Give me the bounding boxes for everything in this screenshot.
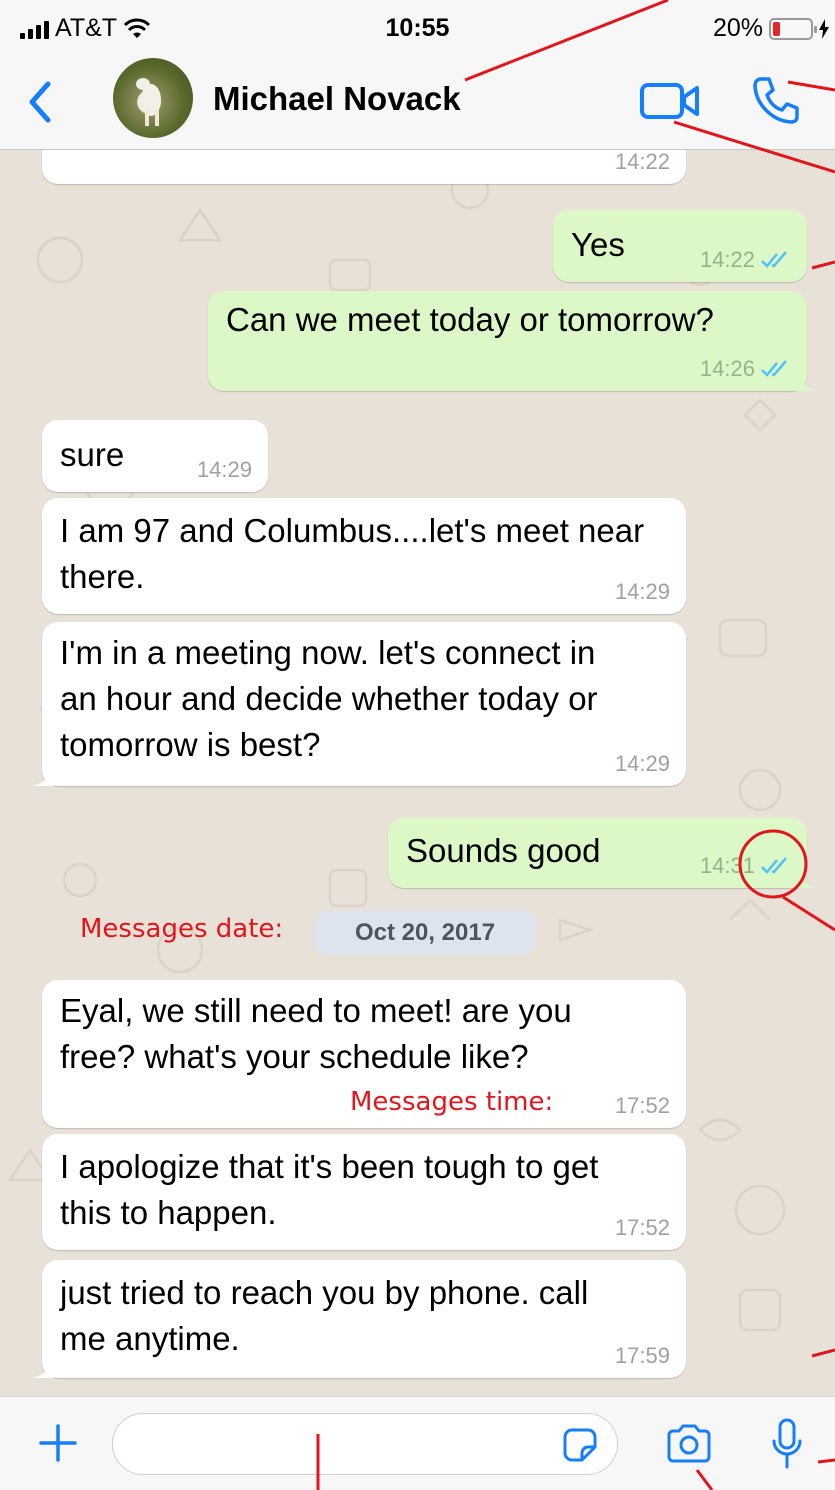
clock: 10:55	[385, 14, 450, 42]
battery-group: 20%	[713, 14, 829, 43]
message-time: 14:29	[614, 579, 670, 604]
voice-call-button[interactable]	[748, 72, 804, 128]
camera-button[interactable]	[664, 1421, 714, 1467]
message-bubble-incoming[interactable]: sure 14:29	[42, 420, 268, 492]
message-time: 14:31	[699, 853, 755, 878]
microphone-icon	[772, 1418, 802, 1469]
message-time: 17:52	[614, 1093, 670, 1118]
message-bubble-incoming[interactable]: I apologize that it's been tough to get …	[42, 1134, 686, 1250]
battery-percent: 20%	[712, 14, 763, 42]
read-receipt-icon	[761, 360, 787, 377]
read-receipt-icon	[761, 251, 787, 268]
chat-area[interactable]: 14:22 Yes 14:22 Can we meet today or tom…	[0, 150, 835, 1396]
back-button[interactable]	[18, 74, 62, 130]
microphone-button[interactable]	[768, 1415, 806, 1473]
message-text: I'm in a meeting now. let's connect in a…	[60, 634, 598, 763]
avatar[interactable]	[113, 58, 193, 138]
battery-icon	[769, 17, 817, 40]
sticker-button[interactable]	[560, 1425, 600, 1465]
message-bubble-incoming[interactable]: I am 97 and Columbus....let's meet near …	[42, 498, 686, 614]
message-bubble-incoming[interactable]: just tried to reach you by phone. call m…	[32, 1260, 686, 1378]
message-time: 14:22	[699, 247, 755, 272]
message-bubble-outgoing[interactable]: Sounds good 14:31	[388, 818, 817, 888]
chat-header: Michael Novack	[0, 54, 835, 150]
message-text: just tried to reach you by phone. call m…	[60, 1274, 589, 1357]
message-bubble-incoming[interactable]: 14:22	[42, 150, 686, 184]
message-text: Eyal, we still need to meet! are you fre…	[60, 992, 572, 1075]
contact-name[interactable]: Michael Novack	[213, 80, 461, 118]
back-chevron-icon	[29, 81, 51, 123]
annotation-date-label: Messages date:	[80, 914, 284, 944]
message-text: I apologize that it's been tough to get …	[60, 1148, 599, 1231]
message-time: 17:59	[614, 1343, 670, 1368]
plus-icon	[39, 1424, 77, 1462]
message-bubble-incoming[interactable]: I'm in a meeting now. let's connect in a…	[32, 622, 686, 786]
message-time: 14:26	[699, 356, 755, 381]
annotation-time-label: Messages time:	[350, 1087, 554, 1117]
charging-bolt-icon	[819, 18, 829, 39]
message-bubble-outgoing[interactable]: Yes 14:22	[553, 210, 807, 282]
sticker-icon	[563, 1428, 597, 1462]
read-receipt-icon	[761, 857, 787, 874]
phone-icon	[753, 77, 799, 124]
message-time: 14:22	[614, 150, 670, 174]
message-time: 17:52	[614, 1215, 670, 1240]
video-call-button[interactable]	[638, 76, 704, 126]
input-bar	[0, 1396, 835, 1490]
message-text: Can we meet today or tomorrow?	[226, 301, 714, 338]
message-time: 14:29	[196, 457, 252, 482]
attach-button[interactable]	[34, 1419, 82, 1467]
date-separator: Oct 20, 2017	[314, 911, 536, 955]
video-call-icon	[640, 83, 699, 119]
message-bubble-outgoing[interactable]: Can we meet today or tomorrow? 14:26	[208, 291, 817, 391]
message-input[interactable]	[112, 1413, 618, 1475]
message-text: I am 97 and Columbus....let's meet near …	[60, 512, 645, 595]
message-time: 14:29	[614, 751, 670, 776]
camera-icon	[667, 1424, 711, 1463]
status-bar: AT&T 10:55 20%	[0, 0, 835, 54]
